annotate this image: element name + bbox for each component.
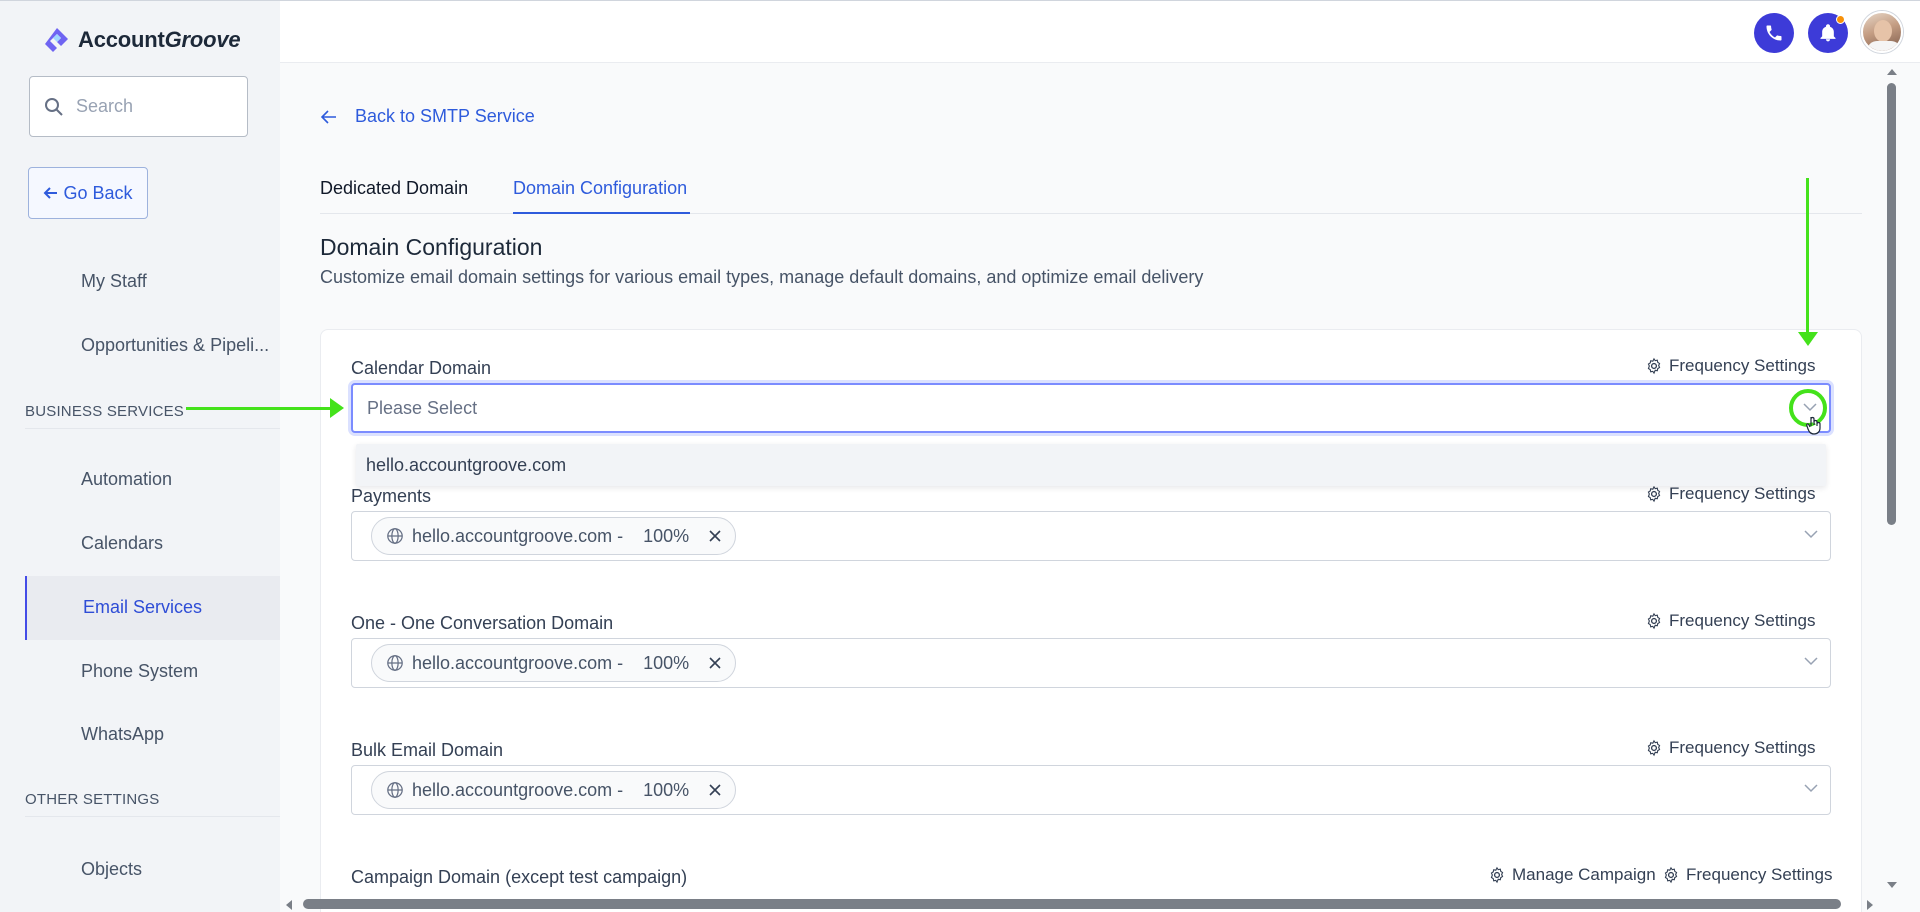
search-placeholder: Search — [76, 96, 134, 116]
phone-icon — [1766, 25, 1782, 41]
go-back-label: Go Back — [63, 182, 133, 203]
campaign-domain-label: Campaign Domain (except test campaign) — [351, 867, 688, 887]
frequency-settings-button[interactable]: Frequency Settings — [1645, 738, 1815, 758]
search-input[interactable]: Search — [29, 76, 248, 137]
section-other-settings: OTHER SETTINGS — [25, 791, 160, 808]
domain-chip: hello.accountgroove.com - 100% — [371, 771, 737, 809]
scroll-down-arrow[interactable] — [1886, 881, 1898, 889]
arrow-left-icon — [321, 109, 336, 124]
domain-chip: hello.accountgroove.com - 100% — [371, 644, 737, 682]
notifications-button[interactable] — [1808, 13, 1848, 53]
chip-domain: hello.accountgroove.com - — [412, 525, 624, 546]
manage-campaign-label: Manage Campaign — [1512, 865, 1656, 884]
calendar-domain-select[interactable]: Please Select — [351, 383, 1831, 433]
go-back-button[interactable]: Go Back — [28, 167, 148, 219]
gear-icon — [1664, 866, 1678, 884]
manage-campaign-button[interactable]: Manage Campaign — [1488, 865, 1656, 885]
frequency-settings-label: Frequency Settings — [1669, 484, 1816, 503]
hand-cursor-icon — [1806, 416, 1821, 435]
notification-dot — [1836, 15, 1845, 24]
tab-dedicated-domain[interactable]: Dedicated Domain — [320, 178, 468, 199]
gear-icon — [1647, 485, 1661, 503]
frequency-settings-button[interactable]: Frequency Settings — [1645, 356, 1815, 376]
globe-icon — [387, 782, 403, 798]
sidebar-item-email-services[interactable]: Email Services — [83, 597, 281, 618]
frequency-settings-button[interactable]: Frequency Settings — [1645, 611, 1815, 631]
payments-select[interactable]: hello.accountgroove.com - 100% — [351, 511, 1831, 561]
logo-icon — [45, 28, 68, 52]
logo-text: AccountGroove — [78, 27, 241, 52]
tab-domain-configuration[interactable]: Domain Configuration — [513, 178, 687, 199]
arrow-left-icon — [44, 187, 58, 199]
dropdown-option[interactable]: hello.accountgroove.com — [356, 444, 1826, 486]
avatar[interactable] — [1861, 11, 1903, 53]
frequency-settings-label: Frequency Settings — [1686, 865, 1833, 884]
domain-chip: hello.accountgroove.com - 100% — [371, 517, 737, 555]
calendar-domain-label: Calendar Domain — [351, 358, 492, 378]
frequency-settings-label: Frequency Settings — [1669, 356, 1816, 375]
annotation-arrow-vertical — [1806, 178, 1809, 338]
horizontal-scroll-thumb[interactable] — [303, 899, 1841, 909]
sidebar-item-calendars[interactable]: Calendars — [81, 533, 279, 554]
frequency-settings-label: Frequency Settings — [1669, 611, 1816, 630]
chip-percentage: 100% — [643, 652, 690, 673]
search-icon — [45, 97, 63, 116]
frequency-settings-label: Frequency Settings — [1669, 738, 1816, 757]
frequency-settings-button[interactable]: Frequency Settings — [1645, 484, 1815, 504]
annotation-arrowhead-down — [1798, 332, 1818, 346]
bulk-email-domain-select[interactable]: hello.accountgroove.com - 100% — [351, 765, 1831, 815]
bulk-email-domain-label: Bulk Email Domain — [351, 740, 504, 760]
page-title: Domain Configuration — [320, 234, 543, 260]
section-divider — [25, 428, 280, 429]
gear-icon — [1490, 866, 1504, 884]
app-logo[interactable]: AccountGroove — [42, 25, 241, 55]
annotation-arrow-horizontal — [186, 407, 336, 410]
sidebar-item-phone-system[interactable]: Phone System — [81, 661, 279, 682]
section-business-services: BUSINESS SERVICES — [25, 403, 185, 420]
sidebar-item-opportunities[interactable]: Opportunities & Pipeli... — [81, 335, 279, 356]
gear-icon — [1647, 739, 1661, 757]
one-one-conversation-select[interactable]: hello.accountgroove.com - 100% — [351, 638, 1831, 688]
close-icon[interactable] — [709, 530, 721, 542]
chip-domain: hello.accountgroove.com - — [412, 779, 624, 800]
chip-percentage: 100% — [643, 779, 690, 800]
topbar — [280, 1, 1920, 63]
close-icon[interactable] — [709, 657, 721, 669]
scroll-left-arrow[interactable] — [285, 899, 293, 911]
sidebar-item-whatsapp[interactable]: WhatsApp — [81, 724, 279, 745]
sidebar-item-objects[interactable]: Objects — [81, 859, 279, 880]
chevron-down-icon[interactable] — [1804, 783, 1818, 793]
chevron-down-icon[interactable] — [1804, 529, 1818, 539]
close-icon[interactable] — [709, 784, 721, 796]
page-subtitle: Customize email domain settings for vari… — [320, 267, 1204, 287]
gear-icon — [1647, 357, 1661, 375]
one-one-conversation-label: One - One Conversation Domain — [351, 613, 614, 633]
sidebar-item-my-staff[interactable]: My Staff — [81, 271, 279, 292]
gear-icon — [1647, 612, 1661, 630]
avatar-face — [1874, 20, 1892, 42]
globe-icon — [387, 528, 403, 544]
frequency-settings-button[interactable]: Frequency Settings — [1662, 865, 1832, 885]
payments-label: Payments — [351, 486, 432, 506]
select-placeholder: Please Select — [367, 398, 478, 418]
globe-icon — [387, 655, 403, 671]
annotation-arrowhead-right — [330, 398, 344, 418]
vertical-scroll-thumb[interactable] — [1887, 83, 1896, 525]
chip-domain: hello.accountgroove.com - — [412, 652, 624, 673]
chevron-down-icon[interactable] — [1804, 656, 1818, 666]
phone-button[interactable] — [1754, 13, 1794, 53]
scroll-right-arrow[interactable] — [1866, 899, 1874, 911]
back-link-label: Back to SMTP Service — [355, 106, 535, 126]
active-tab-indicator — [513, 212, 690, 214]
back-to-smtp-link[interactable]: Back to SMTP Service — [321, 106, 535, 127]
section-divider — [25, 816, 280, 817]
scroll-up-arrow[interactable] — [1886, 68, 1898, 76]
chip-percentage: 100% — [643, 525, 690, 546]
sidebar-item-automation[interactable]: Automation — [81, 469, 279, 490]
sidebar: AccountGroove Search Go Back My Staff Op… — [0, 1, 280, 912]
bell-icon — [1820, 24, 1836, 42]
